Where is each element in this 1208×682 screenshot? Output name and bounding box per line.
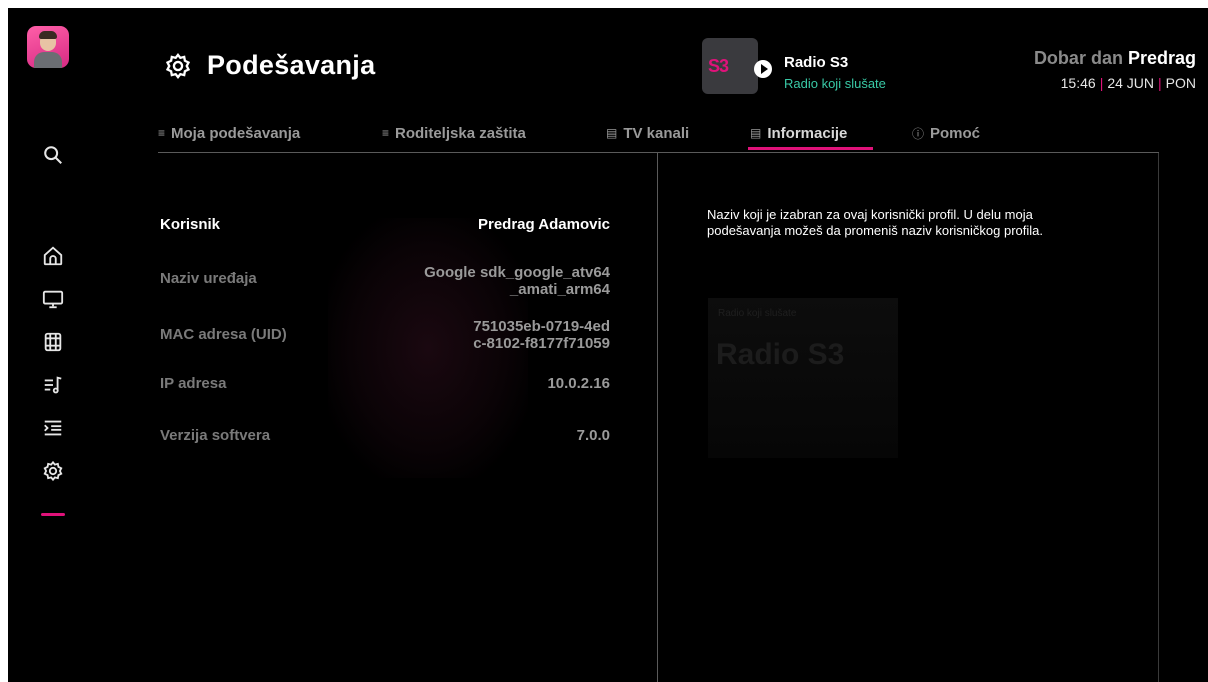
background-card-title: Radio S3 (716, 338, 845, 371)
music-list-icon[interactable] (42, 374, 64, 396)
info-row-korisnik[interactable]: Korisnik Predrag Adamovic (160, 216, 610, 236)
separator: | (1158, 75, 1162, 91)
tab-label: Pomoć (930, 124, 981, 142)
parental-lock-icon: ≡ (382, 126, 390, 140)
info-value: Predrag Adamovic (478, 216, 610, 233)
profile-avatar[interactable] (27, 26, 69, 68)
user-settings-icon: ≡ (158, 126, 166, 140)
weekday: PON (1165, 75, 1196, 91)
info-label: Korisnik (160, 216, 221, 233)
avatar-body (34, 52, 62, 68)
background-radio-card (708, 298, 898, 458)
field-description: Naziv koji je izabran za ovaj korisnički… (707, 207, 1044, 238)
info-value: 751035eb-0719-4ed c-8102-f8177f71059 (473, 318, 610, 352)
menu-list-icon[interactable] (42, 417, 64, 439)
info-label: IP adresa (160, 375, 227, 392)
help-icon: ⓘ (912, 126, 925, 141)
info-value: 7.0.0 (576, 427, 610, 444)
info-label: MAC adresa (UID) (160, 326, 287, 343)
info-value: 10.0.2.16 (547, 375, 610, 392)
search-icon[interactable] (42, 144, 64, 166)
film-icon[interactable] (42, 331, 64, 353)
tab-label: TV kanali (623, 124, 690, 142)
tab-label: Roditeljska zaštita (395, 124, 526, 142)
play-icon[interactable] (754, 60, 772, 78)
page-title: Podešavanja (207, 50, 376, 80)
tab-tv-kanali[interactable]: ▤ TV kanali (606, 118, 689, 148)
radio-logo[interactable]: S3 (702, 38, 758, 94)
tab-pomoc[interactable]: ⓘ Pomoć (912, 118, 980, 148)
info-row-mac-adresa[interactable]: MAC adresa (UID) 751035eb-0719-4ed c-810… (160, 318, 610, 354)
settings-gear-icon[interactable] (42, 460, 64, 482)
tab-informacije[interactable]: ▤ Informacije (750, 118, 847, 148)
greeting-name: Predrag (1127, 48, 1196, 68)
info-row-ip-adresa[interactable]: IP adresa 10.0.2.16 (160, 375, 610, 395)
tabs-divider (158, 152, 1159, 153)
tv-screen: Radio koji slušate Radio S3 Podešavanja … (8, 8, 1208, 682)
panel-border-right (1158, 153, 1159, 682)
background-card-subtitle: Radio koji slušate (718, 308, 797, 319)
info-row-verzija-softvera[interactable]: Verzija softvera 7.0.0 (160, 427, 610, 447)
radio-name[interactable]: Radio S3 (784, 54, 848, 71)
info-row-naziv-uredjaja[interactable]: Naziv uređaja Google sdk_google_atv64 _a… (160, 264, 610, 300)
active-tab-indicator (748, 147, 873, 150)
radio-subtitle: Radio koji slušate (784, 76, 886, 91)
tab-label: Moja podešavanja (171, 124, 301, 142)
info-doc-icon: ▤ (750, 126, 762, 140)
info-value: Google sdk_google_atv64 _amati_arm64 (424, 264, 610, 298)
tab-label: Informacije (767, 124, 848, 142)
panel-divider (657, 153, 658, 682)
clock: 15:46 (1060, 75, 1096, 91)
separator: | (1099, 75, 1104, 91)
date: 24 JUN (1107, 75, 1155, 91)
active-nav-indicator (41, 513, 65, 516)
radio-logo-text: S3 (708, 56, 729, 76)
tab-moja-podesavanja[interactable]: ≡ Moja podešavanja (158, 118, 300, 148)
tab-roditeljska-zastita[interactable]: ≡ Roditeljska zaštita (382, 118, 526, 148)
greeting-prefix: Dobar dan (1033, 48, 1123, 68)
greeting: Dobar dan Predrag (1034, 48, 1196, 69)
date-time: 15:46 | 24 JUN | PON (1061, 75, 1196, 91)
avatar-hair (39, 31, 57, 39)
home-icon[interactable] (42, 245, 64, 267)
channel-list-icon: ▤ (606, 126, 618, 140)
info-label: Naziv uređaja (160, 270, 257, 287)
info-label: Verzija softvera (160, 427, 271, 444)
page-gear-icon (164, 52, 192, 80)
tv-icon[interactable] (42, 288, 64, 310)
